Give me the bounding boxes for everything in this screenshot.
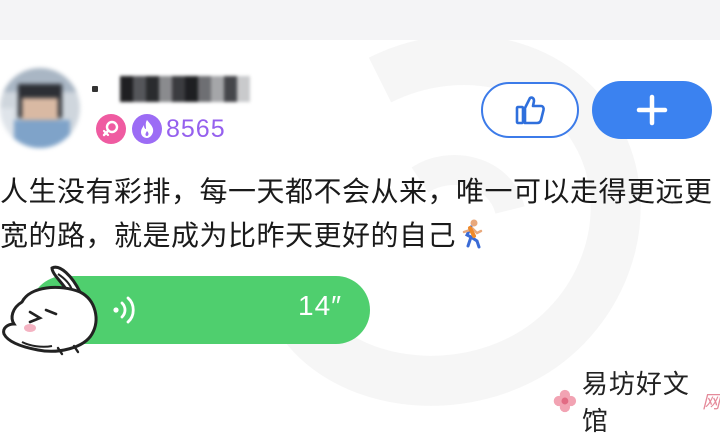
user-badges: 8565 [96, 114, 226, 144]
post-content: 人生没有彩排，每一天都不会从来，唯一可以走得更远更 宽的路，就是成为比昨天更好的… [0, 170, 720, 258]
site-suffix: 网 [702, 392, 720, 413]
post-line-1: 人生没有彩排，每一天都不会从来，唯一可以走得更远更 [0, 175, 713, 208]
site-watermark: 易坊好文馆 网 [552, 364, 720, 438]
username-pixels [120, 76, 250, 102]
bunny-sticker [2, 265, 98, 356]
runner-emoji [462, 219, 483, 249]
fans-count: 8565 [166, 114, 226, 143]
follow-add-button[interactable] [592, 81, 712, 139]
like-button[interactable] [481, 82, 579, 138]
sound-wave-icon [113, 296, 135, 324]
female-symbol-icon [96, 114, 126, 144]
top-status-area [0, 0, 720, 40]
post-line-2: 宽的路，就是成为比昨天更好的自己 [0, 214, 720, 258]
username-dot [92, 86, 98, 92]
username-obscured[interactable] [92, 74, 250, 104]
flower-logo-icon [553, 389, 577, 413]
flame-icon [132, 114, 162, 144]
post-line-2-text: 宽的路，就是成为比昨天更好的自己 [0, 219, 457, 252]
user-avatar[interactable] [0, 68, 80, 148]
site-name: 易坊好文馆 [581, 370, 690, 437]
plus-icon [636, 94, 668, 126]
voice-duration: 14″ [298, 290, 343, 321]
thumbs-up-icon [515, 96, 545, 125]
